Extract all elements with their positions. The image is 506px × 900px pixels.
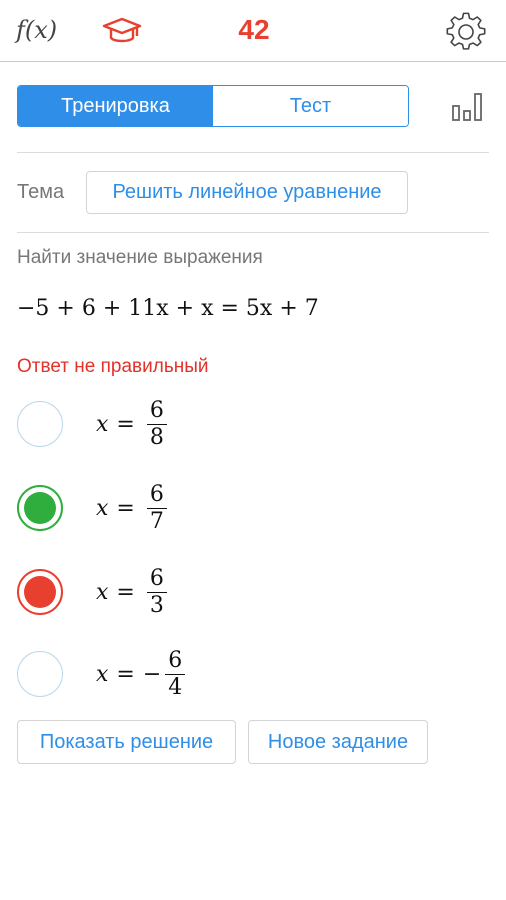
fraction: 6 8	[146, 398, 167, 451]
radio-button[interactable]	[17, 401, 63, 447]
radio-button-correct[interactable]	[17, 485, 63, 531]
fraction: 6 3	[146, 566, 167, 619]
graduation-cap-icon[interactable]	[101, 16, 143, 46]
show-solution-button[interactable]: Показать решение	[17, 720, 236, 764]
answer-formula: x = 6 8	[96, 394, 167, 454]
tab-training[interactable]: Тренировка	[18, 86, 213, 126]
gear-icon[interactable]	[446, 12, 486, 52]
answer-option-correct[interactable]: x = 6 7	[17, 478, 317, 538]
fraction: 6 4	[165, 648, 186, 701]
bar-chart-icon[interactable]	[451, 92, 483, 122]
answer-formula: x = 6 3	[96, 562, 167, 622]
answer-option-wrong[interactable]: x = 6 3	[17, 562, 317, 622]
mode-switcher: Тренировка Тест	[17, 85, 409, 127]
top-bar: f(x) 42	[0, 0, 506, 62]
answer-option[interactable]: x = − 6 4	[17, 644, 317, 704]
divider	[17, 232, 489, 233]
topic-label: Тема	[17, 181, 65, 203]
score-counter: 42	[238, 14, 270, 45]
app-logo: f(x)	[16, 16, 58, 44]
answer-formula: x = − 6 4	[96, 644, 186, 704]
answer-option[interactable]: x = 6 8	[17, 394, 317, 454]
radio-button[interactable]	[17, 651, 63, 697]
divider	[17, 152, 489, 153]
answer-formula: x = 6 7	[96, 478, 167, 538]
fraction: 6 7	[146, 482, 167, 535]
tab-test[interactable]: Тест	[213, 86, 408, 126]
new-task-button[interactable]: Новое задание	[248, 720, 428, 764]
task-prompt: Найти значение выражения	[17, 247, 263, 268]
radio-button-wrong[interactable]	[17, 569, 63, 615]
answer-feedback: Ответ не правильный	[17, 356, 209, 377]
task-equation: −5 + 6 + 11x + x = 5x + 7	[17, 296, 319, 321]
topic-selector-button[interactable]: Решить линейное уравнение	[86, 171, 408, 214]
